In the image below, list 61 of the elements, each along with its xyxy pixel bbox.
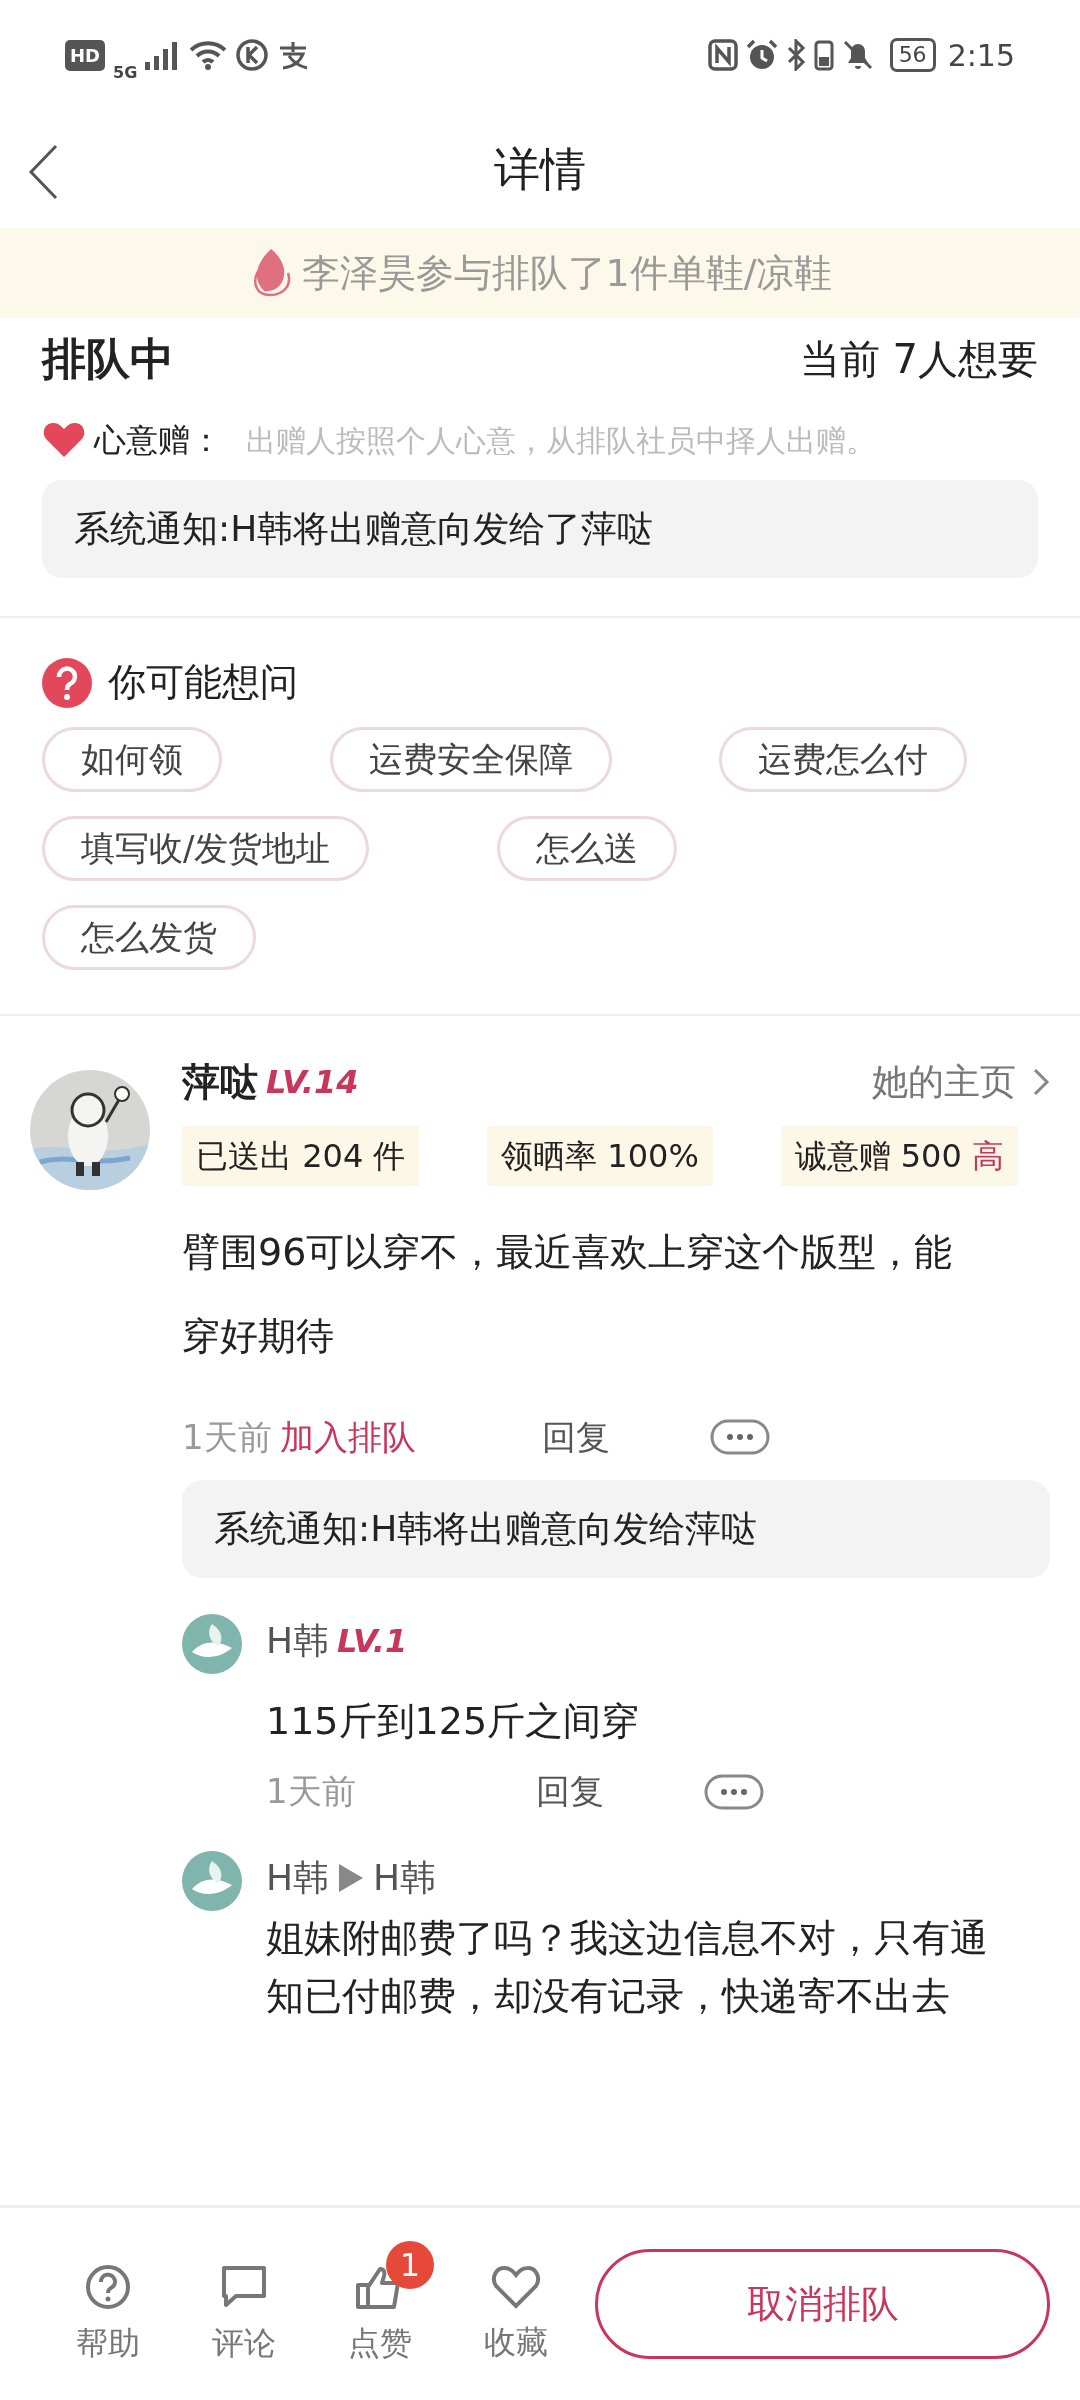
help-button[interactable]: 帮助 xyxy=(40,2241,176,2367)
wifi-icon xyxy=(189,40,228,70)
question-tag[interactable]: 如何领 xyxy=(42,727,222,792)
count-badge: 1 xyxy=(386,2241,434,2289)
phone-icon xyxy=(813,39,834,71)
k-circle-icon xyxy=(235,38,270,72)
like-button[interactable]: 点赞 1 xyxy=(312,2241,448,2367)
leaf-avatar-icon xyxy=(182,1851,242,1911)
page-title: 详情 xyxy=(494,140,586,198)
user-name: 萍哒 xyxy=(182,1058,258,1106)
faq-title: 你可能想问 xyxy=(108,659,298,706)
favorite-button[interactable]: 收藏 xyxy=(448,2242,584,2366)
gift-type-description: 出赠人按照个人心意，从排队社员中择人出赠。 xyxy=(246,421,876,460)
join-queue-link[interactable]: 加入排队 xyxy=(279,1411,416,1463)
stat-badge: 领晒率 100% xyxy=(487,1126,713,1186)
back-button[interactable] xyxy=(28,144,58,200)
reply-time: 1天前 xyxy=(266,1771,356,1811)
help-icon xyxy=(84,2263,132,2311)
reply-text: 115斤到125斤之间穿 xyxy=(266,1698,641,1745)
reply-button[interactable]: 回复 xyxy=(536,1766,604,1817)
battery-level: 56 xyxy=(889,38,936,72)
more-button[interactable] xyxy=(710,1419,770,1455)
heart-icon xyxy=(491,2264,541,2310)
question-tag[interactable]: 怎么送 xyxy=(497,816,677,881)
question-tag[interactable]: 怎么发货 xyxy=(42,905,256,970)
pay-app-icon xyxy=(277,40,310,70)
chevron-icon xyxy=(1032,1067,1050,1097)
leaf-avatar-icon xyxy=(182,1614,242,1674)
more-button[interactable] xyxy=(704,1773,764,1810)
question-tag[interactable]: 填写收/发货地址 xyxy=(42,816,370,881)
reply-text: 姐妹附邮费了吗？我这边信息不对，只有通知已付邮费，却没有记录，快递寄不出去 xyxy=(266,1915,989,2020)
reply-button[interactable]: 回复 xyxy=(542,1411,610,1463)
question-tag[interactable]: 运费安全保障 xyxy=(329,727,612,792)
queue-status: 排队中 xyxy=(42,332,174,386)
stat-badge: 已送出 204 件 xyxy=(182,1126,420,1186)
system-notice: 系统通知:H韩将出赠意向发给了萍哒 xyxy=(42,480,1038,578)
question-tag[interactable]: 运费怎么付 xyxy=(719,727,967,792)
heart-icon xyxy=(42,421,86,459)
system-notice: 系统通知:H韩将出赠意向发给萍哒 xyxy=(182,1480,1050,1578)
nfc-icon xyxy=(707,39,738,71)
banner-text: 李泽昊参与排队了1件单鞋/凉鞋 xyxy=(301,249,833,297)
muted-bell-icon xyxy=(841,39,874,71)
homepage-link[interactable]: 她的主页 xyxy=(872,1055,1050,1109)
stat-badge: 诚意赠 500 高 xyxy=(780,1126,1018,1186)
clock: 2:15 xyxy=(947,36,1015,75)
wanting-count: 当前 7人想要 xyxy=(799,335,1038,384)
question-icon xyxy=(42,657,92,708)
user-level: LV.1 xyxy=(337,1621,408,1662)
reply-user: H韩 xyxy=(266,1619,330,1663)
comment-text: 臂围96可以穿不，最近喜欢上穿这个版型，能穿好期待 xyxy=(182,1229,954,1360)
comment-button[interactable]: 评论 xyxy=(176,2241,312,2367)
comment-time: 1天前 xyxy=(182,1415,272,1459)
reply-target: H韩 xyxy=(373,1856,437,1900)
hd-label: HD xyxy=(65,39,105,71)
user-level: LV.14 xyxy=(266,1062,359,1103)
bluetooth-icon xyxy=(785,39,806,71)
reply-user: H韩 xyxy=(266,1856,330,1900)
cancel-queue-button[interactable]: 取消排队 xyxy=(595,2249,1050,2359)
gift-type-label: 心意赠： xyxy=(94,420,222,461)
alarm-icon xyxy=(745,39,778,71)
network-label: 5G xyxy=(113,62,138,84)
